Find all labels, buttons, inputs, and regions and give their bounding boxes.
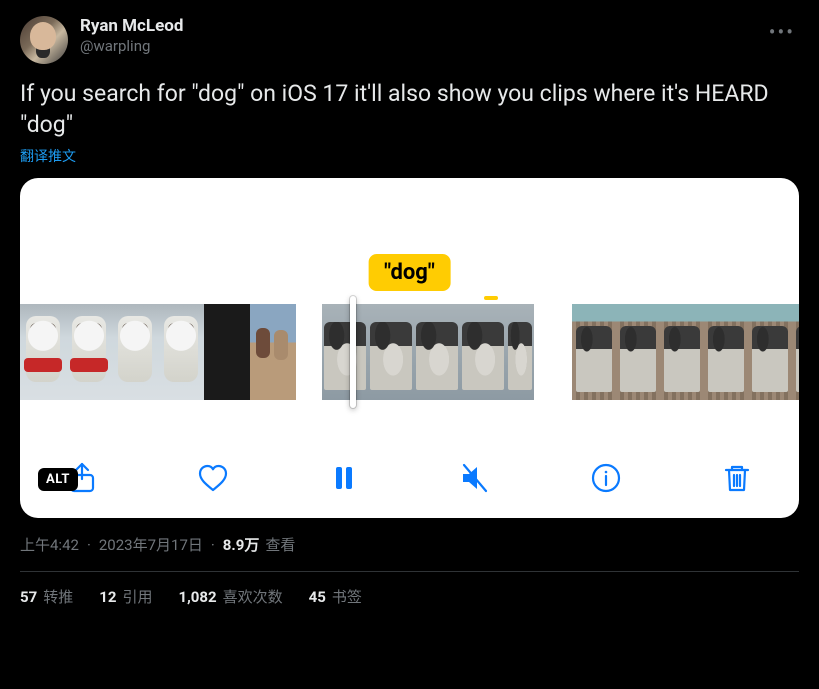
video-frame bbox=[20, 304, 66, 400]
tweet-time[interactable]: 上午4:42 bbox=[20, 534, 79, 555]
stat-bookmarks[interactable]: 45 书签 bbox=[309, 586, 362, 607]
quotes-label: 引用 bbox=[122, 586, 152, 607]
video-frame bbox=[204, 304, 250, 400]
video-frame bbox=[322, 304, 368, 400]
video-frame bbox=[250, 304, 296, 400]
mute-icon bbox=[458, 461, 492, 495]
tweet-stats: 57 转推 12 引用 1,082 喜欢次数 45 书签 bbox=[20, 572, 799, 607]
video-frame bbox=[460, 304, 506, 400]
video-scrubber[interactable] bbox=[20, 304, 799, 400]
alt-badge[interactable]: ALT bbox=[38, 468, 78, 491]
author-block[interactable]: Ryan McLeod @warpling bbox=[80, 16, 183, 56]
stat-likes[interactable]: 1,082 喜欢次数 bbox=[178, 586, 282, 607]
clip-group-active[interactable] bbox=[322, 304, 534, 400]
info-icon bbox=[589, 461, 623, 495]
more-options-button[interactable]: ••• bbox=[765, 16, 799, 48]
playhead[interactable] bbox=[350, 296, 356, 408]
tweet-meta: 上午4:42 · 2023年7月17日 · 8.9万 查看 bbox=[20, 534, 799, 572]
heart-icon bbox=[196, 461, 230, 495]
tweet-container: Ryan McLeod @warpling ••• If you search … bbox=[0, 0, 819, 617]
bookmarks-label: 书签 bbox=[332, 586, 362, 607]
avatar[interactable] bbox=[20, 16, 68, 64]
pause-icon bbox=[327, 461, 361, 495]
video-frame bbox=[748, 304, 792, 400]
quotes-count: 12 bbox=[99, 588, 116, 606]
video-frame bbox=[368, 304, 414, 400]
video-frame bbox=[66, 304, 112, 400]
clip-group[interactable] bbox=[572, 304, 799, 400]
video-frame bbox=[572, 304, 616, 400]
media-card[interactable]: "dog" bbox=[20, 178, 799, 518]
tweet-text: If you search for "dog" on iOS 17 it'll … bbox=[20, 78, 799, 140]
retweets-count: 57 bbox=[20, 588, 37, 606]
clip-group[interactable] bbox=[20, 304, 298, 400]
display-name: Ryan McLeod bbox=[80, 16, 183, 37]
translate-link[interactable]: 翻译推文 bbox=[20, 146, 76, 166]
delete-button[interactable] bbox=[715, 456, 759, 500]
views-count: 8.9万 bbox=[223, 534, 260, 555]
retweets-label: 转推 bbox=[43, 586, 73, 607]
likes-label: 喜欢次数 bbox=[223, 586, 283, 607]
video-frame bbox=[704, 304, 748, 400]
video-frame bbox=[660, 304, 704, 400]
caption-bubble: "dog" bbox=[368, 254, 451, 291]
tweet-header: Ryan McLeod @warpling ••• bbox=[20, 16, 799, 64]
views-label: 查看 bbox=[265, 534, 295, 555]
ellipsis-icon: ••• bbox=[769, 20, 795, 44]
stat-retweets[interactable]: 57 转推 bbox=[20, 586, 73, 607]
handle: @warpling bbox=[80, 37, 183, 56]
mute-button[interactable] bbox=[453, 456, 497, 500]
likes-count: 1,082 bbox=[178, 588, 216, 606]
separator: · bbox=[211, 536, 215, 554]
like-button[interactable] bbox=[191, 456, 235, 500]
tweet-date[interactable]: 2023年7月17日 bbox=[99, 534, 203, 555]
video-frame bbox=[506, 304, 534, 400]
pause-button[interactable] bbox=[322, 456, 366, 500]
separator: · bbox=[87, 536, 91, 554]
video-frame bbox=[414, 304, 460, 400]
video-frame bbox=[158, 304, 204, 400]
playhead-marker bbox=[484, 296, 498, 300]
info-button[interactable] bbox=[584, 456, 628, 500]
video-frame bbox=[792, 304, 799, 400]
bookmarks-count: 45 bbox=[309, 588, 326, 606]
video-frame bbox=[112, 304, 158, 400]
trash-icon bbox=[720, 461, 754, 495]
video-frame bbox=[616, 304, 660, 400]
stat-quotes[interactable]: 12 引用 bbox=[99, 586, 152, 607]
media-toolbar bbox=[20, 456, 799, 500]
